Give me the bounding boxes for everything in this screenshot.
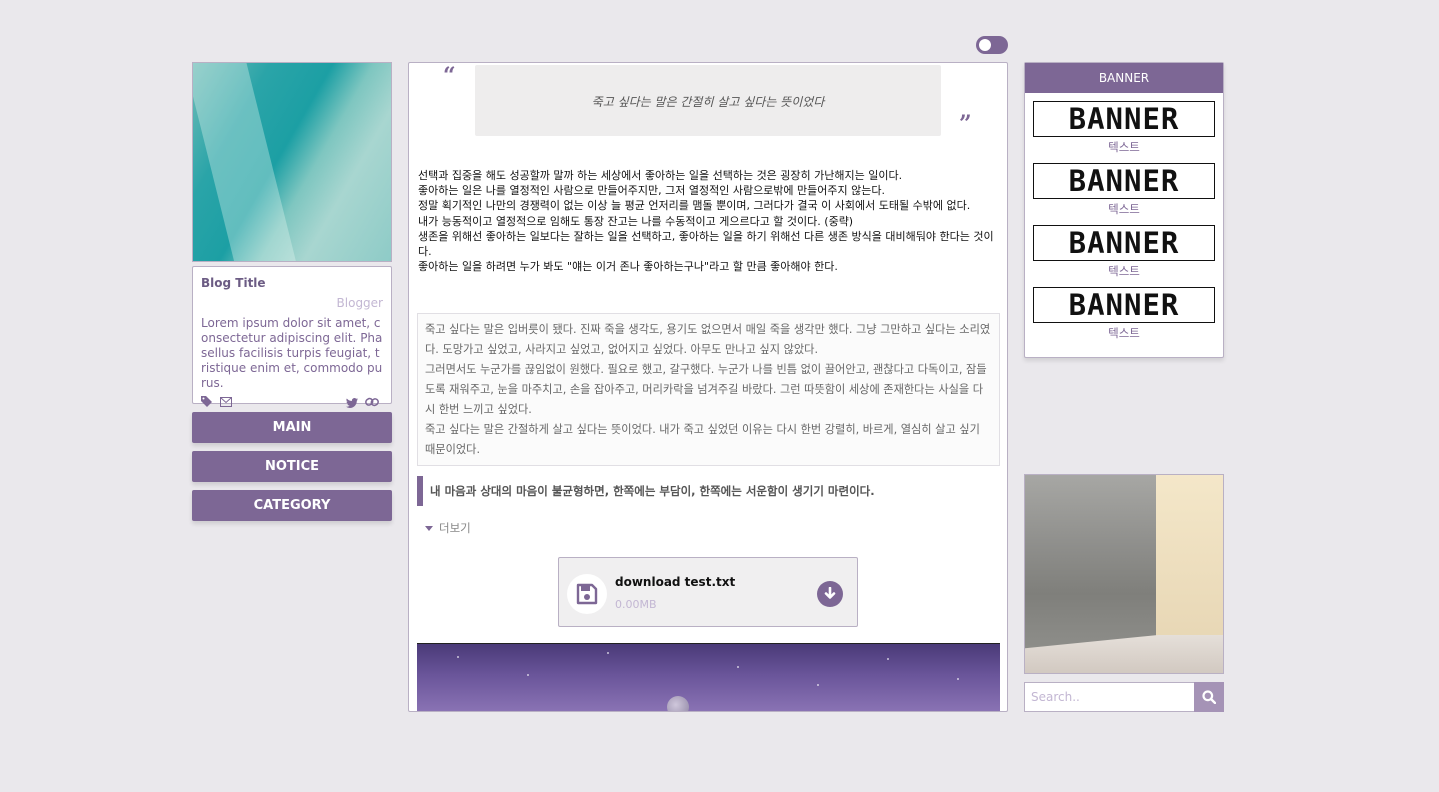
twitter-icon[interactable] — [345, 398, 358, 411]
post-content: “ 죽고 싶다는 말은 간절히 살고 싶다는 뜻이었다 ” 선택과 집중을 해도… — [408, 62, 1008, 712]
room-wall — [1156, 475, 1223, 650]
banner-header: BANNER — [1025, 63, 1223, 93]
quote-close-mark: ” — [959, 111, 972, 137]
quote-text: 죽고 싶다는 말은 간절히 살고 싶다는 뜻이었다 — [591, 95, 825, 109]
banner-image[interactable]: BANNER — [1033, 101, 1215, 137]
paragraph-line: 선택과 집중을 해도 성공할까 말까 하는 세상에서 좋아하는 일을 선택하는 … — [418, 169, 903, 182]
banner-image[interactable]: BANNER — [1033, 287, 1215, 323]
blog-author: Blogger — [336, 296, 383, 310]
blockquote: 내 마음과 상대의 마음이 불균형하면, 한쪽에는 부담이, 한쪽에는 서운함이… — [417, 476, 1000, 506]
banner-image[interactable]: BANNER — [1033, 225, 1215, 261]
paragraph-line: 좋아하는 일은 나를 열정적인 사람으로 만들어주지만, 그저 열정적인 사람으… — [418, 184, 885, 198]
banner-label[interactable]: 텍스트 — [1033, 201, 1215, 217]
banner-label[interactable]: 텍스트 — [1033, 325, 1215, 341]
tag-icon[interactable] — [201, 396, 212, 410]
note-paragraph: 죽고 싶다는 말은 입버릇이 됐다. 진짜 죽을 생각도, 용기도 없으면서 매… — [425, 323, 991, 356]
banner-item[interactable]: BANNER 텍스트 — [1033, 287, 1215, 341]
file-size: 0.00MB — [615, 598, 657, 611]
more-toggle[interactable]: 더보기 — [425, 520, 471, 536]
theme-toggle[interactable] — [976, 36, 1008, 54]
banner-item[interactable]: BANNER 텍스트 — [1033, 225, 1215, 279]
nav-notice-button[interactable]: NOTICE — [192, 451, 392, 482]
file-attachment[interactable]: download test.txt 0.00MB — [558, 557, 858, 627]
post-image — [417, 643, 1000, 711]
paragraph-line: 생존을 위해선 좋아하는 일보다는 잘하는 일을 선택하고, 좋아하는 일을 하… — [418, 229, 994, 259]
banner-label[interactable]: 텍스트 — [1033, 139, 1215, 155]
caret-down-icon — [425, 526, 433, 531]
sidebar-image — [1024, 474, 1224, 674]
paragraph-line: 내가 능동적이고 열정적으로 임해도 통장 잔고는 나를 수동적이고 게으르다고… — [418, 214, 854, 228]
search-input[interactable] — [1024, 682, 1194, 712]
search-button[interactable] — [1194, 682, 1224, 712]
note-paragraph: 그러면서도 누군가를 끊임없이 원했다. 필요로 했고, 갈구했다. 누군가 나… — [425, 363, 987, 416]
note-paragraph: 죽고 싶다는 말은 간절하게 살고 싶다는 뜻이었다. 내가 죽고 싶었던 이유… — [425, 423, 980, 456]
blog-title[interactable]: Blog Title — [201, 276, 383, 290]
profile-icons — [201, 396, 383, 411]
search-icon — [1202, 690, 1216, 704]
banner-image[interactable]: BANNER — [1033, 163, 1215, 199]
profile-image — [192, 62, 392, 262]
quote-box: 죽고 싶다는 말은 간절히 살고 싶다는 뜻이었다 — [475, 65, 941, 136]
left-sidebar: Blog Title Blogger Lorem ipsum dolor sit… — [192, 62, 392, 521]
search-bar — [1024, 682, 1224, 712]
paragraph-line: 좋아하는 일을 하려면 누가 봐도 "얘는 이거 존나 좋아하는구나"라고 할 … — [418, 260, 838, 274]
banner-item[interactable]: BANNER 텍스트 — [1033, 163, 1215, 217]
paragraph-line: 정말 획기적인 나만의 경쟁력이 없는 이상 늘 평균 언저리를 맴돌 뿐이며,… — [418, 199, 971, 213]
file-icon-container — [567, 574, 607, 614]
banner-widget: BANNER BANNER 텍스트 BANNER 텍스트 BANNER 텍스트 … — [1024, 62, 1224, 358]
moon-shape — [667, 696, 689, 711]
note-box: 죽고 싶다는 말은 입버릇이 됐다. 진짜 죽을 생각도, 용기도 없으면서 매… — [417, 313, 1000, 466]
blog-description: Lorem ipsum dolor sit amet, consectetur … — [201, 316, 383, 390]
post-paragraph: 선택과 집중을 해도 성공할까 말까 하는 세상에서 좋아하는 일을 선택하는 … — [418, 168, 1002, 274]
more-label: 더보기 — [439, 521, 471, 535]
banner-label[interactable]: 텍스트 — [1033, 263, 1215, 279]
room-floor — [1025, 635, 1223, 673]
toggle-knob — [979, 39, 991, 51]
quote-open-mark: “ — [443, 63, 456, 89]
link-icon[interactable] — [365, 397, 379, 411]
nav-main-button[interactable]: MAIN — [192, 412, 392, 443]
mail-icon[interactable] — [219, 397, 232, 410]
download-icon[interactable] — [817, 581, 843, 607]
banner-item[interactable]: BANNER 텍스트 — [1033, 101, 1215, 155]
profile-card: Blog Title Blogger Lorem ipsum dolor sit… — [192, 266, 392, 408]
file-name: download test.txt — [615, 575, 736, 589]
nav-category-button[interactable]: CATEGORY — [192, 490, 392, 521]
save-icon — [576, 583, 598, 605]
